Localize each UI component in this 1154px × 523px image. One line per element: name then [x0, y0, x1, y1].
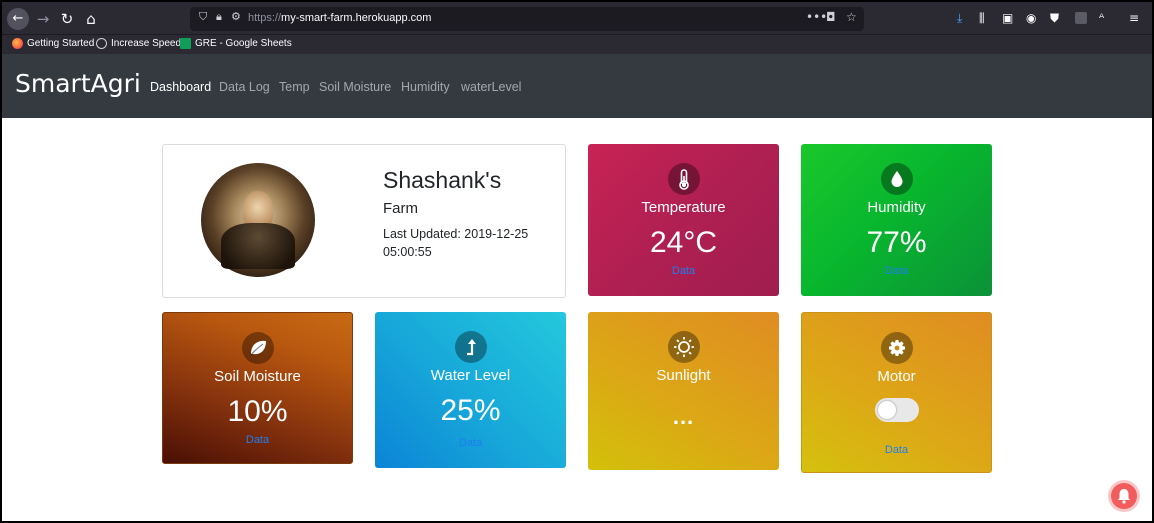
water-level-value: 25% [440, 394, 501, 427]
farm-profile-card: Shashank's Farm Last Updated: 2019-12-25… [162, 144, 566, 298]
bookmark-increase-speed[interactable]: Increase Speed [96, 38, 181, 49]
nav-temp[interactable]: Temp [279, 80, 310, 94]
gear-icon [880, 332, 913, 364]
account-icon[interactable]: ◉ [1026, 11, 1036, 25]
menu-icon[interactable]: ≡ [1129, 11, 1139, 25]
sunlight-card: Sunlight ... [588, 312, 779, 470]
library-icon[interactable]: ⫼ [979, 11, 985, 26]
sunlight-title: Sunlight [656, 367, 711, 384]
forward-button[interactable]: → [32, 8, 54, 30]
temperature-value: 24°C [649, 226, 718, 259]
browser-toolbar: ← → ↻ ⌂ ⛉ 🔒︎ ⚙ https://my-smart-farm.her… [2, 2, 1152, 34]
soil-moisture-title: Soil Moisture [214, 368, 301, 385]
back-button[interactable]: ← [7, 8, 29, 30]
leaf-icon [241, 332, 274, 364]
sheets-icon [180, 38, 191, 49]
url-text[interactable]: https://my-smart-farm.herokuapp.com [248, 12, 431, 24]
pocket-icon[interactable]: ◘ [826, 10, 836, 24]
extension-shield-icon[interactable]: ⛊ [1050, 11, 1059, 26]
nav-humidity[interactable]: Humidity [401, 80, 450, 94]
soil-moisture-data-link[interactable]: Data [163, 434, 352, 446]
nav-soil-moisture[interactable]: Soil Moisture [319, 80, 391, 94]
permissions-icon[interactable]: ⚙ [231, 10, 241, 23]
water-level-title: Water Level [430, 367, 511, 384]
water-level-card: Water Level 25% Data [375, 312, 566, 468]
sun-icon [667, 331, 700, 363]
bookmark-getting-started[interactable]: Getting Started [12, 38, 94, 49]
motor-toggle-knob[interactable] [877, 401, 896, 419]
extension-icon[interactable] [1075, 12, 1087, 24]
temperature-data-link[interactable]: Data [588, 265, 779, 277]
bookmark-star-icon[interactable]: ☆ [846, 10, 857, 24]
bell-icon [1118, 489, 1130, 504]
farm-label: Farm [383, 200, 418, 217]
nav-water-level[interactable]: waterLevel [461, 80, 521, 94]
reload-button[interactable]: ↻ [56, 8, 78, 30]
thermometer-icon [667, 163, 700, 195]
nav-data-log[interactable]: Data Log [219, 80, 270, 94]
farm-owner-name: Shashank's [383, 167, 502, 193]
bookmarks-bar: Getting Started Increase Speed GRE - Goo… [2, 34, 1152, 54]
motor-toggle[interactable] [874, 398, 919, 422]
brand-logo[interactable]: SmartAgri [15, 69, 141, 98]
notification-bell-button[interactable] [1111, 483, 1137, 509]
browser-window: ← → ↻ ⌂ ⛉ 🔒︎ ⚙ https://my-smart-farm.her… [2, 2, 1152, 521]
page-actions-icon[interactable]: ••• [806, 10, 827, 24]
avatar [201, 163, 315, 277]
address-bar[interactable]: ⛉ 🔒︎ ⚙ https://my-smart-farm.herokuapp.c… [190, 7, 864, 31]
motor-title: Motor [877, 368, 916, 385]
shield-icon[interactable]: ⛉ [199, 10, 207, 24]
motor-data-link[interactable]: Data [802, 444, 991, 456]
lock-icon[interactable]: 🔒︎ [216, 10, 222, 24]
temperature-card: Temperature 24°C Data [588, 144, 779, 296]
humidity-card: Humidity 77% Data [801, 144, 992, 296]
site-navbar: SmartAgri Dashboard Data Log Temp Soil M… [2, 54, 1152, 118]
globe-icon [96, 38, 107, 49]
home-button[interactable]: ⌂ [80, 8, 102, 30]
humidity-value: 77% [866, 226, 927, 259]
level-up-arrow-icon [454, 331, 487, 363]
sunlight-value: ... [672, 404, 695, 429]
humidity-data-link[interactable]: Data [801, 265, 992, 277]
firefox-icon [12, 38, 23, 49]
soil-moisture-card: Soil Moisture 10% Data [162, 312, 353, 464]
reader-icon[interactable]: ᴬ [1099, 11, 1104, 25]
motor-card: Motor Data [801, 312, 992, 473]
humidity-title: Humidity [867, 199, 926, 216]
sidebar-icon[interactable]: ▣ [1002, 11, 1013, 25]
last-updated: Last Updated: 2019-12-25 05:00:55 [383, 227, 529, 259]
soil-moisture-value: 10% [227, 395, 288, 428]
temperature-title: Temperature [641, 199, 726, 216]
nav-dashboard[interactable]: Dashboard [150, 80, 211, 94]
water-level-data-link[interactable]: Data [375, 437, 566, 449]
download-icon[interactable]: ⤓ [957, 11, 962, 26]
droplet-icon [880, 163, 913, 195]
bookmark-gre-sheets[interactable]: GRE - Google Sheets [180, 38, 292, 49]
